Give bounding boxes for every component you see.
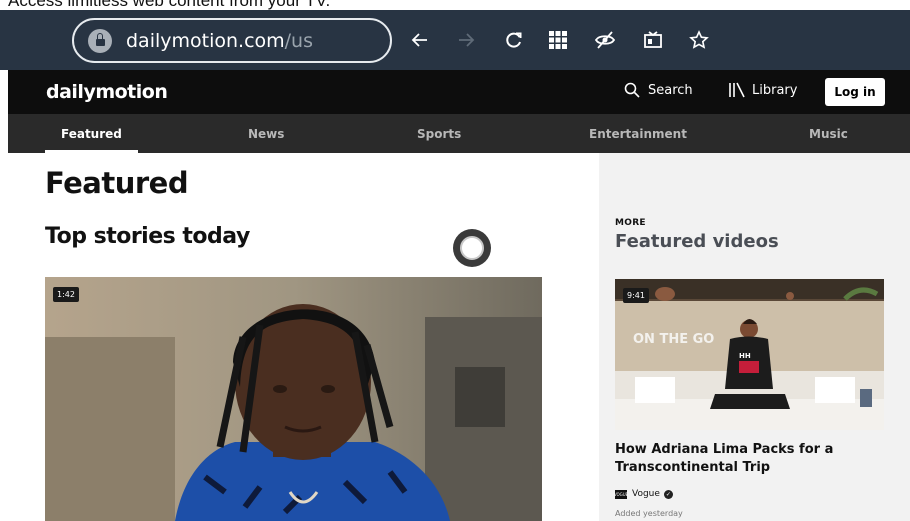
aside-title[interactable]: Featured videos [615,231,779,252]
page-caption: Access limitless web content from your T… [8,0,331,10]
cast-icon[interactable] [639,26,667,54]
hero-image [45,277,542,521]
added-date: Added yesterday [615,509,683,518]
video-title[interactable]: How Adriana Lima Packs for a Transcontin… [615,441,885,477]
category-nav: Featured News Sports Entertainment Music [8,114,910,153]
page-title: Featured [45,166,189,200]
svg-text:HH: HH [739,352,751,360]
apps-grid-icon[interactable] [544,26,572,54]
forward-icon[interactable] [452,26,480,54]
dailymotion-logo[interactable]: dailymotion [46,81,168,103]
lock-icon [88,28,112,53]
duration-badge: 1:42 [53,287,79,302]
tab-news[interactable]: News [248,114,284,153]
url-text: dailymotion.com/us [126,30,313,52]
search-label: Search [648,82,693,98]
tab-sports[interactable]: Sports [417,114,461,153]
video-thumbnail[interactable]: HH ON THE GO 9:41 [615,279,884,430]
focus-cursor [453,229,491,267]
tab-entertainment[interactable]: Entertainment [589,114,687,153]
search-button[interactable]: Search [624,82,693,98]
site-header: dailymotion Search Library Log in [8,70,910,114]
duration-badge: 9:41 [623,288,649,303]
hero-video-thumbnail[interactable]: 1:42 [45,277,542,521]
back-icon[interactable] [406,26,434,54]
channel-name: Vogue [632,489,660,499]
library-button[interactable]: Library [728,82,797,98]
video-thumbnail-image: HH ON THE GO [615,279,884,430]
search-icon [624,82,640,98]
featured-videos-panel: MORE Featured videos HH ON THE GO 9:41 H… [599,153,910,521]
thumb-overlay-text: ON THE GO [633,332,714,347]
url-domain: dailymotion.com [126,29,285,52]
channel-info[interactable]: VOGUE Vogue ✓ [613,489,673,499]
section-title: Top stories today [45,224,250,249]
login-button[interactable]: Log in [825,78,885,106]
more-label: MORE [615,218,646,228]
verified-icon: ✓ [663,489,673,499]
star-icon[interactable] [685,26,713,54]
reload-icon[interactable] [500,26,528,54]
browser-toolbar: dailymotion.com/us [0,10,910,70]
tab-featured[interactable]: Featured [45,114,138,153]
url-path: /us [284,29,313,52]
hide-icon[interactable] [591,26,619,54]
address-bar[interactable]: dailymotion.com/us [72,18,392,63]
library-icon [729,82,745,98]
library-label: Library [752,82,798,98]
tab-music[interactable]: Music [809,114,848,153]
channel-logo: VOGUE [613,489,629,499]
